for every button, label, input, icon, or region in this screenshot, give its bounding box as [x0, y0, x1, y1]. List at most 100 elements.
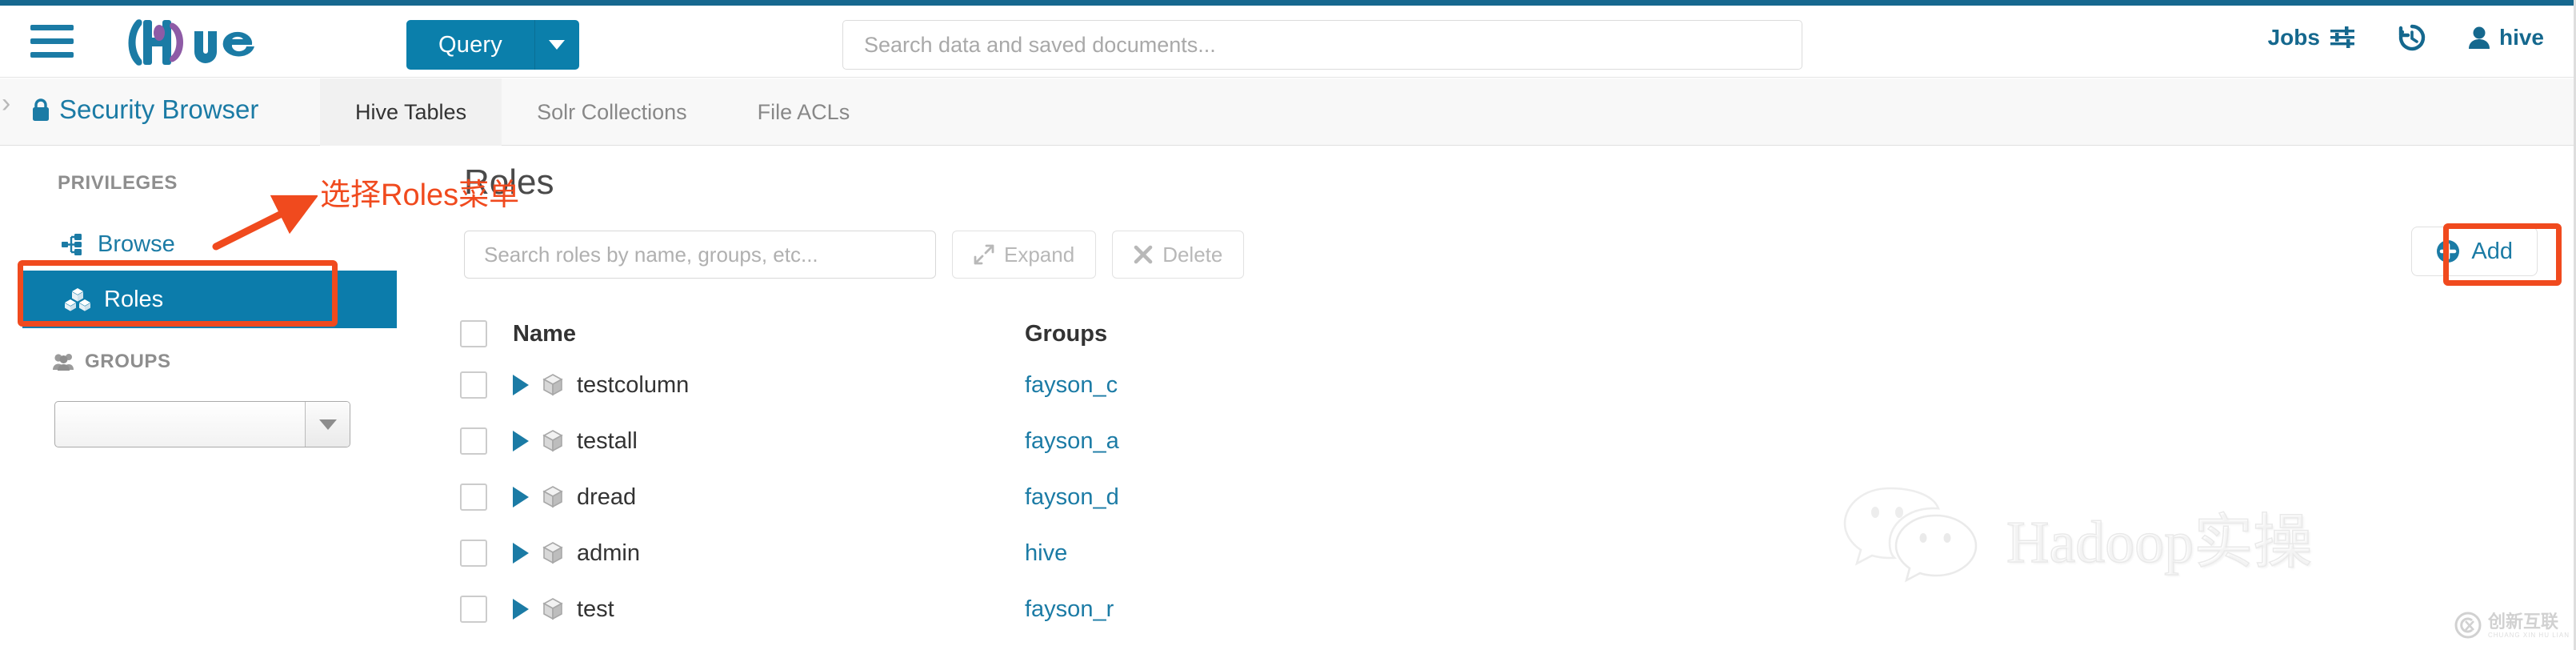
- app-title[interactable]: Security Browser: [30, 94, 258, 125]
- chevron-right-icon[interactable]: ›: [2, 90, 10, 117]
- groups-heading-text: GROUPS: [85, 351, 171, 373]
- row-checkbox[interactable]: [460, 483, 487, 511]
- row-groups-link[interactable]: fayson_r: [1025, 596, 1361, 623]
- lock-icon: [30, 97, 51, 122]
- row-name-label: admin: [577, 540, 640, 567]
- app-root: Query Jobs: [0, 0, 2576, 650]
- subnav-tabs: Hive Tables Solr Collections File ACLs: [320, 78, 885, 146]
- hamburger-menu-icon[interactable]: [30, 25, 74, 58]
- row-select-cell: [460, 427, 513, 455]
- table-row[interactable]: admin hive: [460, 525, 1580, 581]
- jobs-link[interactable]: Jobs: [2268, 25, 2356, 50]
- sidebar-item-roles[interactable]: Roles: [22, 271, 397, 328]
- query-button-group: Query: [406, 20, 579, 70]
- row-select-cell: [460, 371, 513, 399]
- group-users-icon: [53, 353, 75, 371]
- tab-solr-collections-label: Solr Collections: [537, 100, 687, 125]
- row-checkbox[interactable]: [460, 371, 487, 399]
- row-name-label: testcolumn: [577, 372, 689, 399]
- app-title-text: Security Browser: [59, 94, 258, 125]
- sidebar-item-browse-label: Browse: [98, 231, 175, 258]
- cube-icon: [542, 373, 564, 397]
- column-header-groups[interactable]: Groups: [1025, 321, 1361, 347]
- row-checkbox[interactable]: [460, 540, 487, 567]
- sub-navbar: › Security Browser Hive Tables Solr Coll…: [0, 78, 2576, 146]
- row-select-cell: [460, 596, 513, 623]
- row-name-cell: testall: [513, 428, 1025, 455]
- row-name-label: dread: [577, 484, 636, 511]
- sidebar-heading-groups: GROUPS: [53, 351, 171, 373]
- row-groups-link[interactable]: fayson_c: [1025, 372, 1361, 399]
- cube-icon: [542, 429, 564, 453]
- chevron-down-icon: [549, 40, 565, 50]
- delete-button-label: Delete: [1162, 243, 1222, 267]
- select-all-cell: [460, 320, 513, 347]
- close-x-icon: [1134, 245, 1153, 264]
- groups-select[interactable]: [54, 401, 350, 447]
- groups-select-value: [55, 402, 305, 447]
- sidebar-item-browse[interactable]: Browse: [19, 219, 395, 269]
- caret-right-icon[interactable]: [513, 487, 529, 508]
- annotation-arrow: [210, 192, 318, 256]
- row-name-cell: dread: [513, 484, 1025, 511]
- select-all-checkbox[interactable]: [460, 320, 487, 347]
- roles-table: Name Groups testcolumn fayson_c: [460, 311, 1580, 637]
- navbar-right-actions: Jobs: [2268, 23, 2544, 52]
- table-header-row: Name Groups: [460, 311, 1580, 357]
- row-checkbox[interactable]: [460, 596, 487, 623]
- sitemap-icon: [61, 232, 85, 256]
- column-header-name[interactable]: Name: [513, 321, 1025, 347]
- caret-down-icon: [319, 419, 337, 430]
- user-icon: [2468, 26, 2490, 50]
- tab-hive-tables[interactable]: Hive Tables: [320, 78, 502, 146]
- roles-search-input[interactable]: [464, 231, 936, 279]
- hue-logo[interactable]: [124, 15, 296, 68]
- caret-right-icon[interactable]: [513, 599, 529, 620]
- query-button[interactable]: Query: [406, 20, 534, 70]
- main-navbar: Query Jobs: [0, 6, 2576, 78]
- privileges-heading-text: PRIVILEGES: [58, 172, 178, 195]
- caret-right-icon[interactable]: [513, 375, 529, 395]
- query-dropdown-button[interactable]: [534, 20, 579, 70]
- cube-icon: [542, 597, 564, 621]
- row-select-cell: [460, 540, 513, 567]
- user-label: hive: [2499, 25, 2544, 50]
- jobs-label: Jobs: [2268, 25, 2320, 50]
- row-checkbox[interactable]: [460, 427, 487, 455]
- sidebar-item-roles-label: Roles: [104, 287, 163, 313]
- table-row[interactable]: testcolumn fayson_c: [460, 357, 1580, 413]
- add-button[interactable]: Add: [2411, 227, 2538, 276]
- expand-button-label: Expand: [1004, 243, 1074, 267]
- caret-right-icon[interactable]: [513, 543, 529, 564]
- expand-button[interactable]: Expand: [952, 231, 1096, 279]
- global-search-input[interactable]: [842, 20, 1802, 70]
- tab-hive-tables-label: Hive Tables: [355, 100, 466, 125]
- roles-toolbar: Expand Delete: [464, 231, 1244, 279]
- cube-icon: [542, 541, 564, 565]
- cube-icon: [542, 485, 564, 509]
- user-menu[interactable]: hive: [2468, 25, 2544, 50]
- table-row[interactable]: test fayson_r: [460, 581, 1580, 637]
- table-row[interactable]: testall fayson_a: [460, 413, 1580, 469]
- table-row[interactable]: dread fayson_d: [460, 469, 1580, 525]
- row-groups-link[interactable]: hive: [1025, 540, 1361, 567]
- row-groups-link[interactable]: fayson_a: [1025, 428, 1361, 455]
- tab-file-acls[interactable]: File ACLs: [722, 78, 886, 146]
- cubes-icon: [64, 287, 91, 311]
- history-clock-icon: [2398, 23, 2426, 52]
- row-name-cell: testcolumn: [513, 372, 1025, 399]
- groups-select-arrow[interactable]: [305, 402, 350, 447]
- caret-right-icon[interactable]: [513, 431, 529, 451]
- row-name-label: testall: [577, 428, 638, 455]
- top-accent-strip: [0, 0, 2576, 6]
- add-button-label: Add: [2471, 239, 2513, 265]
- row-name-label: test: [577, 596, 614, 623]
- sidebar-heading-privileges: PRIVILEGES: [58, 172, 178, 195]
- tab-solr-collections[interactable]: Solr Collections: [502, 78, 722, 146]
- row-groups-link[interactable]: fayson_d: [1025, 484, 1361, 511]
- tab-file-acls-label: File ACLs: [758, 100, 850, 125]
- history-link[interactable]: [2398, 23, 2426, 52]
- delete-button[interactable]: Delete: [1112, 231, 1244, 279]
- plus-circle-icon: [2436, 239, 2460, 263]
- row-name-cell: admin: [513, 540, 1025, 567]
